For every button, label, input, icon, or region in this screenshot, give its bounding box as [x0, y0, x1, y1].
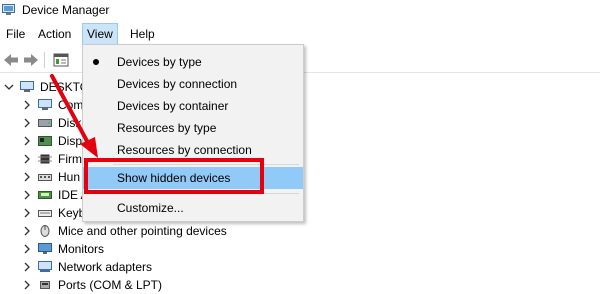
tree-item-label: Disk	[58, 116, 82, 130]
menu-item-customize[interactable]: Customize...	[83, 197, 303, 219]
computer-icon	[20, 81, 34, 92]
title-bar: Device Manager	[0, 0, 600, 22]
monitor-icon	[38, 243, 52, 254]
back-arrow-icon[interactable]	[2, 51, 20, 69]
chevron-right-icon[interactable]	[22, 168, 32, 186]
tree-item[interactable]: Mice and other pointing devices	[0, 222, 600, 240]
menu-item-label: Devices by type	[117, 55, 202, 69]
tree-item-label: Hun	[58, 170, 81, 184]
menu-help[interactable]: Help	[126, 24, 159, 44]
chevron-right-icon[interactable]	[22, 204, 32, 222]
chevron-right-icon[interactable]	[22, 96, 32, 114]
disk-drive-icon	[38, 119, 52, 127]
tree-item[interactable]: Network adapters	[0, 258, 600, 276]
display-adapter-icon	[38, 136, 52, 146]
tree-item[interactable]: Ports (COM & LPT)	[0, 276, 600, 294]
chevron-down-icon[interactable]	[4, 78, 14, 96]
window-title: Device Manager	[22, 3, 110, 17]
port-icon	[40, 281, 50, 289]
menu-file[interactable]: File	[2, 24, 29, 44]
computer-icon	[38, 99, 52, 110]
chevron-right-icon[interactable]	[22, 132, 32, 150]
tree-item-label: Monitors	[58, 242, 105, 256]
chevron-right-icon[interactable]	[22, 240, 32, 258]
selected-bullet-icon	[93, 59, 99, 65]
tree-item-label: Com	[58, 98, 84, 112]
toolbar-separator	[44, 52, 45, 68]
menu-action[interactable]: Action	[34, 24, 75, 44]
forward-arrow-icon[interactable]	[22, 51, 40, 69]
tree-item-label: Ports (COM & LPT)	[58, 278, 163, 292]
menu-view[interactable]: View	[82, 23, 118, 45]
chevron-right-icon[interactable]	[22, 222, 32, 240]
menu-item-devices-by-type[interactable]: Devices by type	[83, 51, 303, 73]
device-manager-icon	[2, 4, 15, 15]
mouse-icon	[40, 225, 50, 237]
tree-item-label: Network adapters	[58, 260, 153, 274]
view-menu-dropdown: Devices by type Devices by connection De…	[82, 44, 304, 222]
ide-controller-icon	[38, 191, 52, 199]
menu-bar: File Action View Help	[0, 23, 600, 46]
tree-item-label: Firm	[58, 152, 82, 166]
hid-icon	[38, 174, 52, 181]
menu-item-devices-by-container[interactable]: Devices by container	[83, 95, 303, 117]
annotation-highlight-box	[84, 158, 264, 194]
tree-item[interactable]: Monitors	[0, 240, 600, 258]
chevron-right-icon[interactable]	[22, 114, 32, 132]
chevron-right-icon[interactable]	[22, 186, 32, 204]
chevron-right-icon[interactable]	[22, 150, 32, 168]
menu-item-label: Devices by container	[117, 99, 229, 113]
menu-item-label: Customize...	[117, 201, 184, 215]
firmware-icon	[38, 154, 52, 164]
menu-item-devices-by-connection[interactable]: Devices by connection	[83, 73, 303, 95]
tree-item-label: Disp	[58, 134, 83, 148]
tree-item-label: Mice and other pointing devices	[58, 224, 227, 238]
chevron-right-icon[interactable]	[22, 258, 32, 276]
menu-item-resources-by-type[interactable]: Resources by type	[83, 117, 303, 139]
keyboard-icon	[38, 210, 52, 217]
menu-item-label: Devices by connection	[117, 77, 238, 91]
properties-icon[interactable]	[52, 51, 70, 69]
chevron-right-icon[interactable]	[22, 276, 32, 294]
network-adapter-icon	[38, 261, 52, 272]
menu-item-label: Resources by type	[117, 121, 217, 135]
